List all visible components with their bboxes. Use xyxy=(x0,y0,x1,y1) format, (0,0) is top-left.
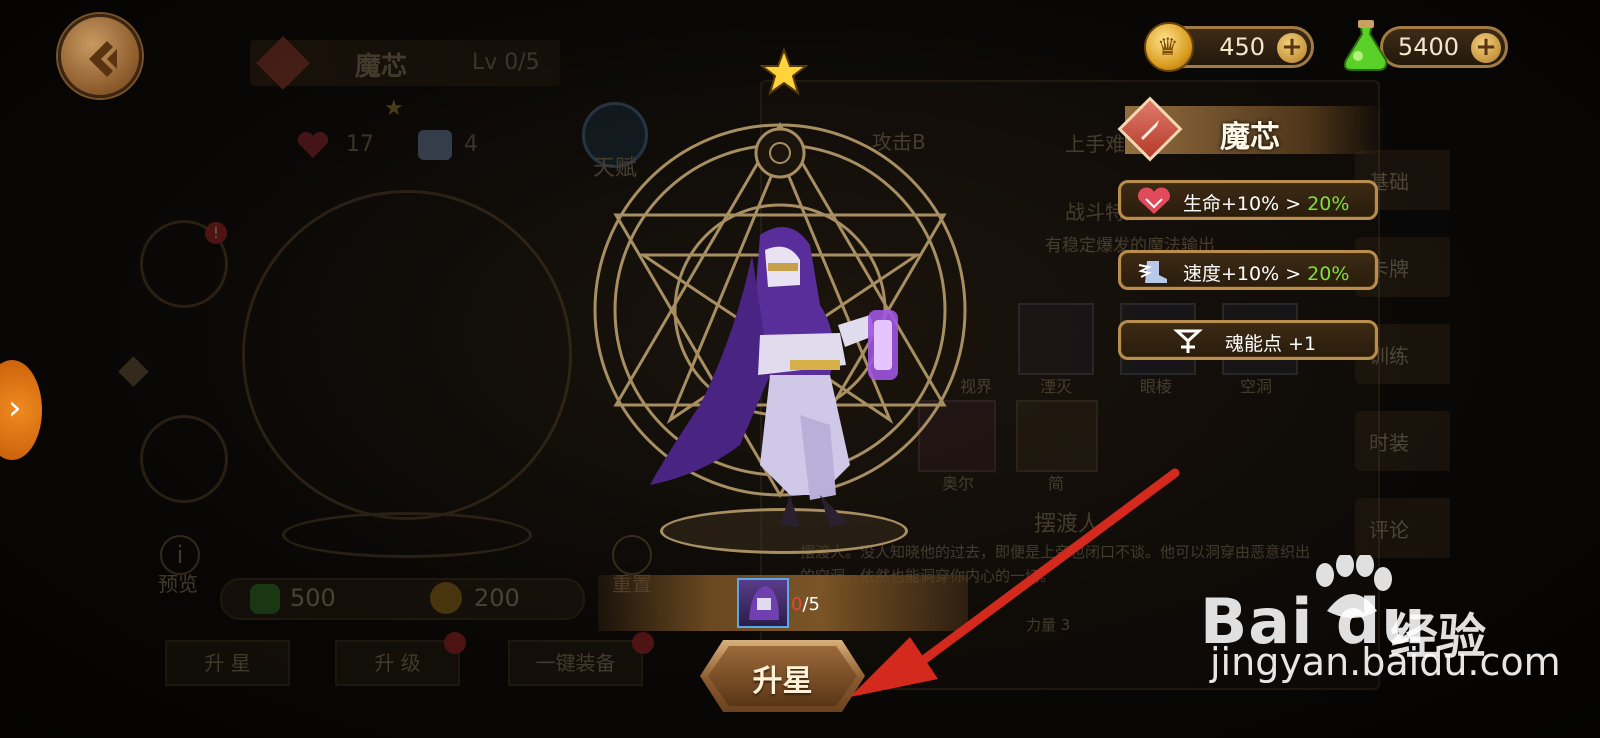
left-arrow-icon[interactable]: ◆ xyxy=(118,346,149,392)
potion-cost-value: 500 xyxy=(290,584,336,612)
gold-value: 450 xyxy=(1219,33,1265,61)
preview-label[interactable]: 预览 xyxy=(158,568,198,597)
pedestal xyxy=(282,512,532,558)
shard-total: /5 xyxy=(802,594,820,615)
alert-badge: ! xyxy=(205,222,227,244)
hero-shard-icon xyxy=(737,578,789,628)
bonus-speed: 速度+10% > 20% xyxy=(1118,250,1378,290)
small-star-icon: ★ xyxy=(384,96,404,121)
bonus-hp-value: 20% xyxy=(1307,193,1350,215)
popup-title: 魔芯 xyxy=(1220,120,1280,155)
annotation-arrow xyxy=(850,468,1180,697)
bonus-speed-label: 速度+10% > xyxy=(1183,263,1308,285)
add-potion-button[interactable]: + xyxy=(1471,33,1501,63)
hp-stat-value: 17 xyxy=(346,132,374,157)
winged-boot-icon xyxy=(1138,261,1167,283)
gold-cost-icon xyxy=(430,582,462,614)
gold-coin-icon: ♛ xyxy=(1144,22,1194,72)
class-diamond-icon xyxy=(256,36,310,90)
bonus-speed-value: 20% xyxy=(1307,263,1350,285)
potion-counter: 5400 + xyxy=(1380,26,1508,68)
alert-badge xyxy=(444,632,466,654)
bonus-speed-text: 速度+10% > 20% xyxy=(1183,259,1349,286)
bonus-hp: 生命+10% > 20% xyxy=(1118,180,1378,220)
potion-cost-icon xyxy=(250,584,280,614)
watermark-url: jingyan.baidu.com xyxy=(1210,640,1561,684)
hp-heart-icon xyxy=(297,131,329,158)
speed-stat-value: 4 xyxy=(464,132,478,157)
add-gold-button[interactable]: + xyxy=(1277,33,1307,63)
hero-level: Lv 0/5 xyxy=(472,50,540,75)
back-button[interactable] xyxy=(58,14,142,98)
tab-level-up[interactable]: 升 级 xyxy=(335,640,460,686)
bonus-soul: 魂能点 +1 xyxy=(1118,320,1378,360)
potion-value: 5400 xyxy=(1397,33,1459,61)
star-icon xyxy=(760,48,808,96)
green-potion-icon xyxy=(1343,20,1388,71)
heart-icon xyxy=(1138,187,1170,214)
shard-count: 0/5 xyxy=(791,594,820,615)
tab-star-up[interactable]: 升 星 xyxy=(165,640,290,686)
soul-rune-icon xyxy=(1173,329,1203,353)
shard-current: 0 xyxy=(791,594,803,615)
alert-badge xyxy=(632,632,654,654)
hero-title-bar: 魔芯 Lv 0/5 xyxy=(250,36,560,90)
sword-icon xyxy=(1141,120,1159,140)
equip-slot[interactable] xyxy=(140,415,228,503)
bonus-soul-text: 魂能点 +1 xyxy=(1225,333,1317,355)
bonus-hp-label: 生命+10% > xyxy=(1183,193,1308,215)
equip-circle xyxy=(242,190,572,520)
tab-auto-equip[interactable]: 一键装备 xyxy=(508,640,643,686)
speed-boot-icon xyxy=(418,130,452,160)
hero-name: 魔芯 xyxy=(355,52,408,82)
bonus-hp-text: 生命+10% > 20% xyxy=(1183,189,1349,216)
popup-title-banner: 魔芯 xyxy=(1117,96,1385,162)
chevron-right-icon: › xyxy=(8,388,22,428)
gold-cost-value: 200 xyxy=(474,584,520,612)
back-arrow-icon xyxy=(89,41,117,77)
